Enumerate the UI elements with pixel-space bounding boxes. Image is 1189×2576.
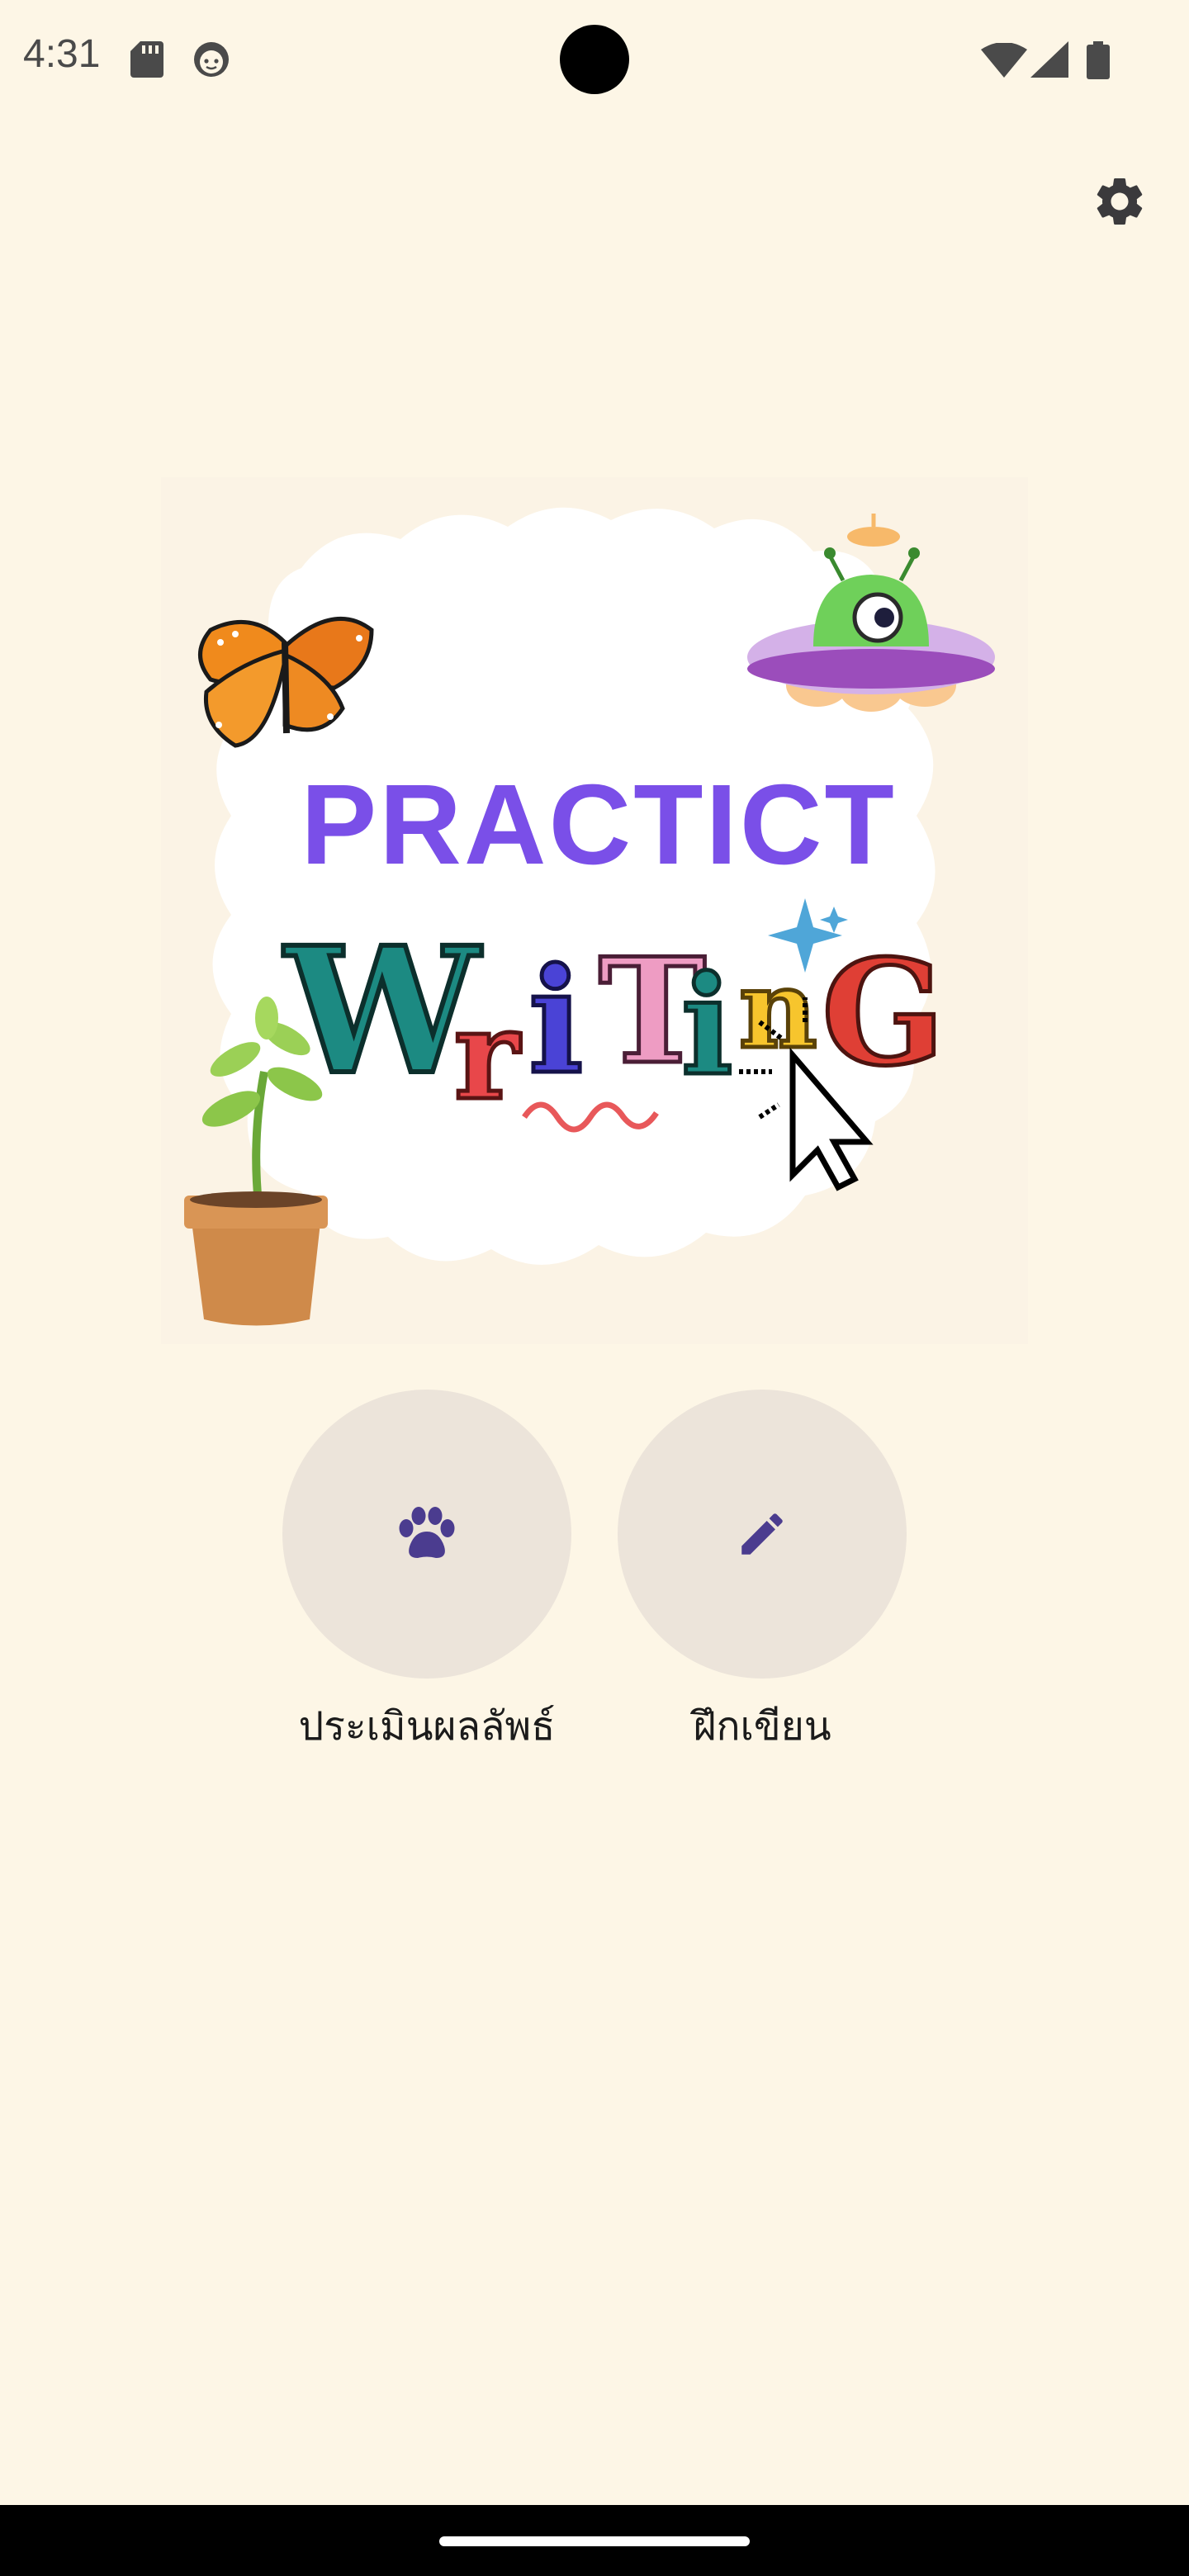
face-icon [194, 42, 229, 77]
logo-title-writing: W r i T i n G [281, 907, 947, 1133]
wifi-icon [981, 43, 1027, 78]
svg-text:i: i [528, 937, 583, 1106]
signal-icon [1030, 41, 1068, 78]
svg-text:G: G [822, 929, 945, 1098]
settings-button[interactable] [1083, 165, 1156, 238]
practice-writing-circle[interactable] [618, 1390, 907, 1679]
svg-text:i: i [681, 945, 733, 1106]
status-bar: 4:31 [0, 0, 1189, 124]
practice-writing-label: ฝึกเขียน [693, 1703, 831, 1750]
logo-title-practict: PRACTICT [301, 761, 897, 888]
svg-text:r: r [454, 983, 521, 1128]
home-indicator[interactable] [439, 2536, 750, 2546]
sd-card-icon [130, 41, 163, 78]
status-time: 4:31 [23, 32, 101, 76]
gear-icon [1097, 178, 1143, 225]
assess-results-label: ประเมินผลลัพธ์ [298, 1703, 556, 1750]
assess-results-circle[interactable] [282, 1390, 571, 1679]
paw-icon [399, 1507, 455, 1558]
assess-results-button[interactable]: ประเมินผลลัพธ์ [282, 1390, 571, 1758]
practice-writing-button[interactable]: ฝึกเขียน [618, 1390, 907, 1758]
pencil-icon [741, 1513, 783, 1555]
hero-logo-image: PRACTICT W r i T i n G [161, 477, 1028, 1344]
battery-icon [1087, 41, 1110, 79]
camera-cutout [560, 25, 629, 94]
